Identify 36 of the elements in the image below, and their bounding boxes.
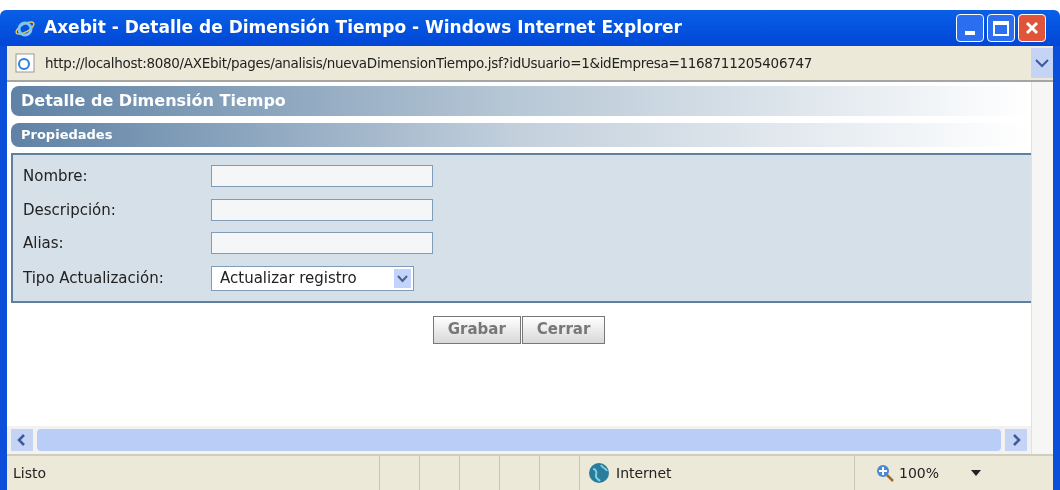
dropdown-icon[interactable] [1031, 48, 1053, 78]
url-text: http://localhost:8080/AXEbit/pages/analisis/nuevaDimensionTiempo.jsf?idUsuario=1&idEmpresa=1168711205406747 [45, 53, 814, 73]
section-title: Propiedades [21, 126, 113, 145]
field-label: Tipo Actualización: [23, 267, 165, 289]
form-button[interactable]: Grabar [432, 315, 521, 344]
minimize-button[interactable] [956, 14, 984, 42]
zoom-icon[interactable] [875, 463, 895, 483]
scroll-right-icon[interactable] [1005, 429, 1027, 451]
dropdown-field[interactable]: Actualizar registro [211, 265, 414, 291]
horizontal-scrollbar[interactable] [7, 426, 1031, 454]
vertical-scrollbar[interactable] [1031, 82, 1053, 454]
caret-icon[interactable] [971, 470, 982, 476]
globe-icon [588, 462, 610, 484]
field-label: Nombre: [23, 166, 89, 187]
address-bar[interactable]: http://localhost:8080/AXEbit/pages/analisis/nuevaDimensionTiempo.jsf?idUsuario=1&idEmpresa=1168711205406747 [7, 46, 1053, 82]
caret-icon [394, 268, 411, 288]
zoom-level[interactable]: 100% [899, 462, 940, 484]
close-icon [1025, 21, 1039, 35]
zone-text: Internet [616, 463, 672, 483]
status-text: Listo [12, 463, 48, 483]
text-field[interactable] [211, 165, 433, 188]
maximize-icon [993, 20, 1009, 36]
close-button[interactable] [1018, 14, 1046, 42]
text-field[interactable] [211, 198, 433, 221]
page-icon [15, 53, 37, 73]
field-label: Alias: [23, 233, 65, 254]
page-title: Detalle de Dimensión Tiempo [21, 90, 286, 112]
maximize-button[interactable] [987, 14, 1015, 42]
window-title: Axebit - Detalle de Dimensión Tiempo - Windows Internet Explorer [44, 16, 683, 40]
form-button[interactable]: Cerrar [521, 315, 606, 344]
field-label: Descripción: [23, 199, 117, 221]
browser-logo-icon [14, 18, 36, 38]
scroll-left-icon[interactable] [11, 429, 33, 451]
minimize-icon [965, 31, 975, 35]
text-field[interactable] [211, 232, 433, 255]
scroll-thumb[interactable] [37, 429, 1001, 451]
